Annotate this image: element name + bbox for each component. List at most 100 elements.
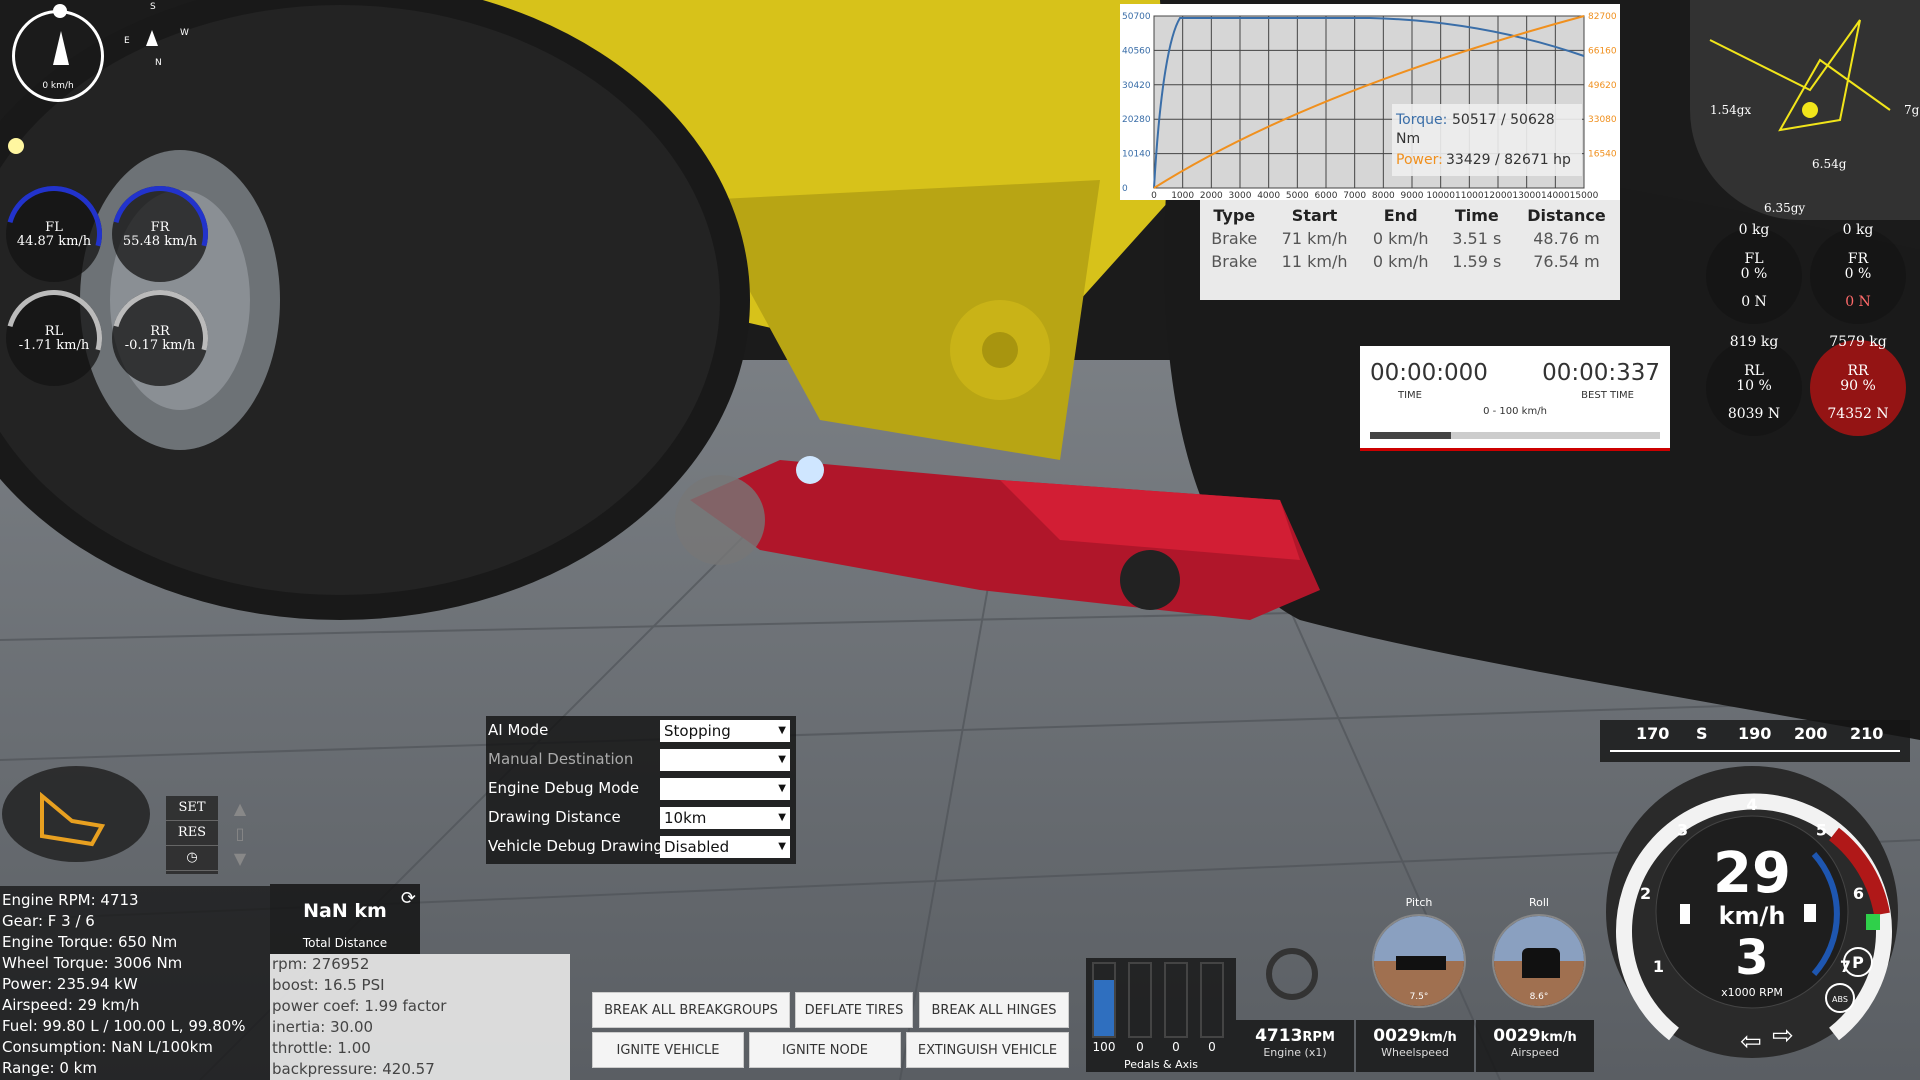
- engine-info-panel: Engine RPM: 4713 Gear: F 3 / 6 Engine Torq…: [0, 886, 270, 1080]
- engine-debug-select[interactable]: ▼: [660, 778, 790, 800]
- wheel-speed: -0.17 km/h: [124, 338, 196, 353]
- tire-force: 0 N: [1741, 294, 1767, 310]
- tooltip-power-value: 33429 / 82671 hp: [1446, 152, 1571, 168]
- wheelspeed-label: Wheelspeed: [1381, 1046, 1449, 1059]
- gforce-svg: 1.54gx 6.54g 7g 6.35gy: [1709, 19, 1920, 215]
- indicator-light-icon: [8, 138, 24, 154]
- table-header: Time: [1454, 206, 1499, 225]
- x-tick-label: 8000: [1372, 191, 1395, 200]
- cruise-set-button[interactable]: SET: [166, 796, 218, 821]
- x-tick-label: 14000: [1541, 191, 1570, 200]
- tuning-info-line: inertia: 30.00: [272, 1018, 374, 1036]
- engine-info-line: Range: 0 km: [2, 1059, 97, 1077]
- cruise-speed-icon[interactable]: ◷: [166, 846, 218, 871]
- gforce-plot: 1.54gx 6.54g 7g 6.35gy: [1690, 0, 1920, 220]
- timer-progress-fill: [1370, 432, 1452, 439]
- x-tick-label: 4000: [1257, 191, 1280, 200]
- gforce-right: 7g: [1904, 103, 1920, 117]
- drawing-distance-select[interactable]: 10km ▼: [660, 807, 790, 829]
- tire-load-rl: 819 kg RL 10 % 8039 N: [1706, 334, 1802, 436]
- deflate-tires-button[interactable]: DEFLATE TIRES: [795, 992, 913, 1028]
- ai-mode-value: Stopping: [664, 722, 731, 740]
- tire-pct: 0 %: [1844, 266, 1872, 282]
- pedals-axis-widget: 100 0 0 0 Pedals & Axis: [1086, 958, 1236, 1072]
- x-tick-label: 5000: [1286, 191, 1309, 200]
- tooltip-torque-label: Torque:: [1395, 112, 1447, 128]
- timer-best-label: BEST TIME: [1581, 390, 1634, 401]
- vehicle-debug-select[interactable]: Disabled ▼: [660, 836, 790, 858]
- tire-load-fr: 0 kg FR 0 % 0 N: [1810, 222, 1906, 324]
- dash-unit: km/h: [1719, 902, 1786, 930]
- cruise-res-button[interactable]: RES: [166, 821, 218, 846]
- strip-tick-label: 210: [1850, 724, 1884, 743]
- x-tick-label: 6000: [1315, 191, 1338, 200]
- reset-icon[interactable]: ⟳: [401, 888, 416, 909]
- cruise-control: SET RES ◷: [166, 796, 218, 874]
- tripmeter-value: NaN km: [303, 900, 387, 922]
- rpm-tick-label: 5: [1816, 820, 1827, 839]
- pedal-value: 0: [1172, 1040, 1180, 1054]
- ai-mode-select[interactable]: Stopping ▼: [660, 720, 790, 742]
- tuning-info-line: backpressure: 420.57: [272, 1060, 435, 1078]
- airspeed-label: Airspeed: [1510, 1046, 1560, 1059]
- dash-rpm-label: x1000 RPM: [1721, 986, 1783, 999]
- y-left-tick-label: 40560: [1122, 46, 1151, 56]
- engine-info-line: Airspeed: 29 km/h: [2, 996, 140, 1014]
- tooltip-torque-value: 50517 / 50628: [1452, 112, 1555, 128]
- tire-force: 74352 N: [1827, 406, 1889, 422]
- cruise-arrows: ▲ ▯ ▼: [230, 796, 250, 872]
- wheelspeed-readout: 0029km/h Wheelspeed: [1356, 1020, 1474, 1072]
- extinguish-vehicle-button[interactable]: EXTINGUISH VEHICLE: [906, 1032, 1069, 1068]
- wheel-gauge-fl: FL 44.87 km/h: [0, 168, 120, 300]
- gforce-y: 6.35gy: [1764, 201, 1805, 215]
- headlight-icon: [1866, 914, 1880, 930]
- wheel-speed: -1.71 km/h: [18, 338, 90, 353]
- table-cell: Brake: [1211, 229, 1258, 248]
- cruise-down-icon[interactable]: ▼: [230, 846, 250, 871]
- pedal-value: 0: [1136, 1040, 1144, 1054]
- tire-load-kg: 0 kg: [1842, 222, 1874, 238]
- cruise-lock-icon[interactable]: ▯: [230, 821, 250, 846]
- tire-label: FL: [1744, 251, 1764, 267]
- wheelspeed-unit: km/h: [1420, 1030, 1457, 1045]
- x-tick-label: 9000: [1401, 191, 1424, 200]
- gforce-dot: [1802, 102, 1818, 118]
- table-header: End: [1383, 206, 1418, 225]
- x-tick-label: 10000: [1426, 191, 1455, 200]
- debug-label-vehicle-debug: Vehicle Debug Drawing: [488, 837, 663, 855]
- wheel-label: RR: [150, 324, 170, 339]
- x-tick-label: 13000: [1512, 191, 1541, 200]
- chevron-down-icon: ▼: [778, 841, 786, 852]
- y-right-tick-label: 33080: [1588, 115, 1617, 125]
- chevron-down-icon: ▼: [778, 812, 786, 823]
- x-tick-label: 2000: [1200, 191, 1223, 200]
- turn-left-icon: ⇦: [1740, 1027, 1762, 1057]
- pedal-bar-clutch: [1164, 962, 1188, 1038]
- ignite-node-button[interactable]: IGNITE NODE: [749, 1032, 901, 1068]
- break-hinges-button[interactable]: BREAK ALL HINGES: [919, 992, 1069, 1028]
- manual-destination-select[interactable]: ▼: [660, 749, 790, 771]
- mini-compass-e: E: [124, 36, 130, 46]
- table-header: Type: [1213, 206, 1256, 225]
- compass-speed: 0 km/h: [42, 81, 74, 91]
- timer-time: 00:00:000: [1370, 360, 1488, 386]
- chevron-down-icon: ▼: [778, 783, 786, 794]
- pickup-truck-icon: [1396, 956, 1446, 970]
- dashboard-svg: 29 km/h 3 x1000 RPM 1234567 P ABS ⇨ ⇦: [1606, 766, 1898, 1058]
- roll-value: 8.6°: [1529, 992, 1549, 1002]
- break-breakgroups-button[interactable]: BREAK ALL BREAKGROUPS: [592, 992, 790, 1028]
- y-right-tick-label: 16540: [1588, 150, 1617, 160]
- strip-tick-label: 170: [1636, 724, 1670, 743]
- pedal-value: 100: [1092, 1040, 1116, 1054]
- tire-pct: 10 %: [1736, 378, 1772, 394]
- rpm-value: 4713: [1255, 1026, 1303, 1046]
- cruise-up-icon[interactable]: ▲: [230, 796, 250, 821]
- x-tick-label: 1000: [1171, 191, 1194, 200]
- torque-power-graph: 50700 40560 30420 20280 10140 0 82700 66160 496…: [1120, 4, 1620, 201]
- ignite-vehicle-button[interactable]: IGNITE VEHICLE: [592, 1032, 744, 1068]
- wheel-label: FR: [150, 220, 170, 235]
- acceleration-timer: 00:00:000 00:00:337 TIME BEST TIME 0 - 1…: [1360, 346, 1670, 451]
- parking-label: P: [1852, 953, 1864, 972]
- vehicle-selector[interactable]: [2, 766, 150, 862]
- debug-options-panel: AI Mode Stopping ▼ Manual Destination ▼ E…: [486, 716, 796, 864]
